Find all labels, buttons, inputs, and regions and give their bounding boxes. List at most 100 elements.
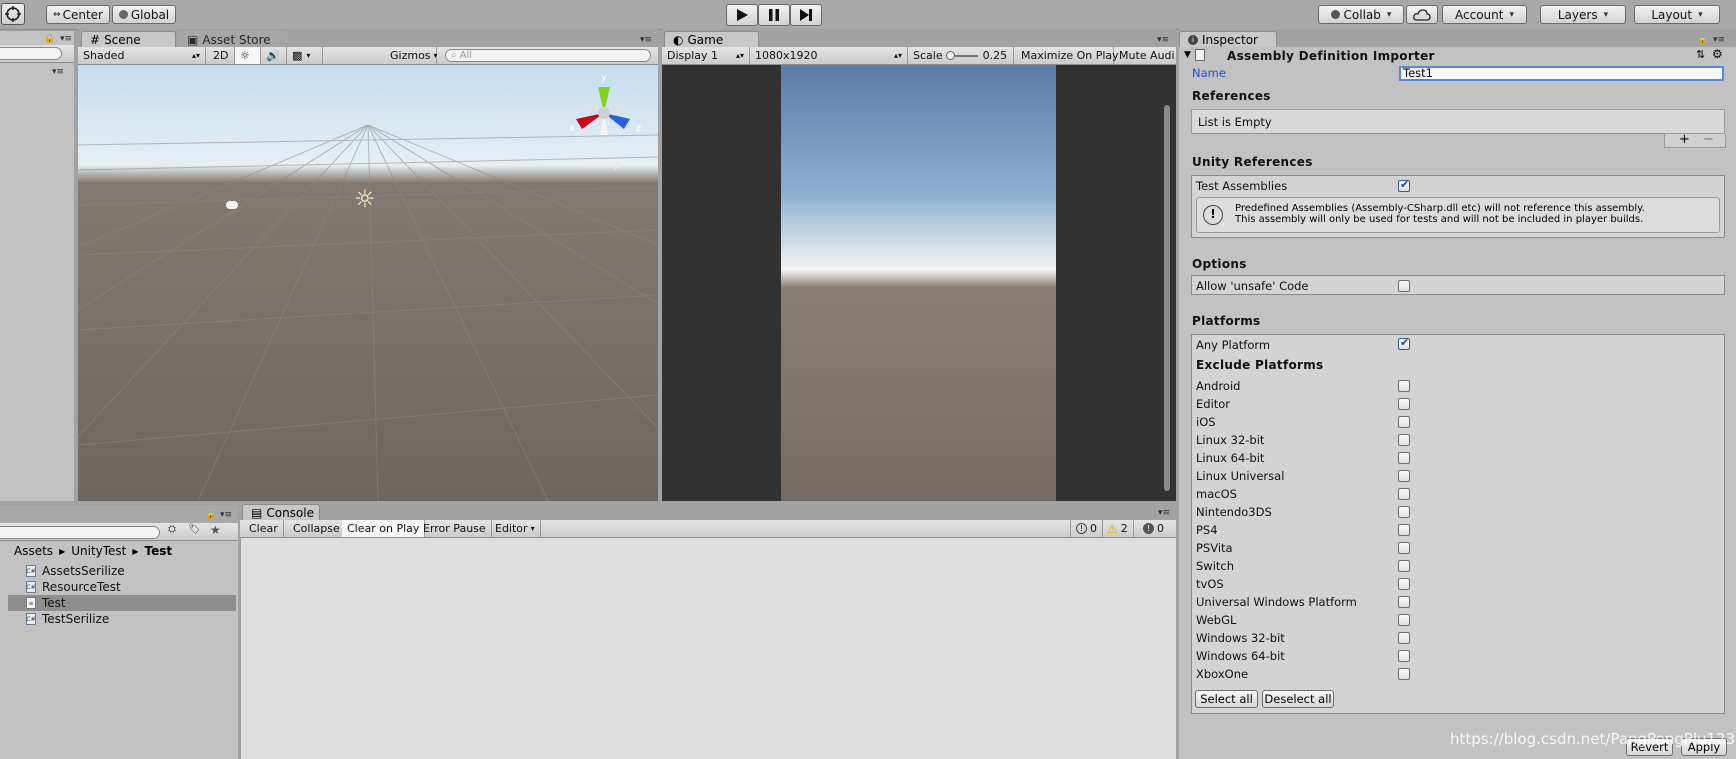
game-scrollbar[interactable]	[1164, 105, 1170, 491]
list-item[interactable]: ≡ Test	[8, 595, 236, 611]
tab-asset-store-label: Asset Store	[202, 33, 271, 47]
select-all-button[interactable]: Select all	[1195, 690, 1258, 708]
step-button[interactable]	[790, 4, 822, 26]
test-assemblies-checkbox[interactable]	[1398, 178, 1410, 192]
cloud-button[interactable]	[1406, 5, 1438, 24]
lock-icon[interactable]: 🔒	[44, 34, 55, 44]
any-platform-checkbox[interactable]	[1398, 336, 1410, 350]
presets-icon[interactable]: ⇅	[1696, 48, 1705, 61]
platform-checkbox[interactable]	[1398, 380, 1410, 392]
breadcrumb-test[interactable]: Test	[145, 544, 173, 558]
settings-gear-icon[interactable]: ⚙	[1712, 47, 1723, 61]
platform-checkbox[interactable]	[1398, 632, 1410, 644]
panel-menu-icon[interactable]: ▾≡	[60, 34, 72, 44]
layers-dropdown[interactable]: Layers	[1540, 5, 1626, 24]
platform-checkbox[interactable]	[1398, 524, 1410, 536]
list-item[interactable]: C# AssetsSerilize	[8, 563, 236, 579]
orientation-gizmo-icon[interactable]	[564, 73, 644, 153]
warning-count-toggle[interactable]: ⚠ 2	[1102, 520, 1134, 537]
foldout-arrow-icon[interactable]: ▼	[1184, 50, 1191, 60]
references-list[interactable]: List is Empty	[1191, 109, 1725, 134]
breadcrumb-unitytest[interactable]: UnityTest	[71, 544, 126, 558]
platform-checkbox[interactable]	[1398, 452, 1410, 464]
scene-audio-toggle[interactable]: 🔊	[261, 47, 287, 64]
inspector-panel-menu-icon[interactable]: ▾≡	[1713, 35, 1725, 45]
hierarchy-search-input[interactable]	[0, 47, 62, 60]
account-dropdown[interactable]: Account	[1442, 5, 1527, 24]
platform-checkbox[interactable]	[1398, 416, 1410, 428]
pause-button[interactable]	[758, 4, 790, 26]
display-dropdown[interactable]: Display 1 ▴▾	[662, 47, 750, 64]
collab-button[interactable]: Collab	[1318, 5, 1404, 24]
allow-unsafe-checkbox[interactable]	[1398, 280, 1410, 292]
scene-search-input[interactable]: ⌕ All	[445, 49, 651, 62]
scene-panel-menu-icon[interactable]: ▾≡	[640, 35, 652, 45]
console-clear-button[interactable]: Clear	[244, 520, 284, 537]
platform-checkbox[interactable]	[1398, 650, 1410, 662]
platform-checkbox[interactable]	[1398, 434, 1410, 446]
maximize-on-play-toggle[interactable]: Maximize On Play	[1016, 47, 1119, 64]
name-field[interactable]: Test1	[1399, 66, 1724, 81]
remove-reference-button[interactable]: −	[1703, 132, 1714, 147]
console-error-pause-toggle[interactable]: Error Pause	[418, 520, 492, 537]
platform-checkbox[interactable]	[1398, 578, 1410, 590]
console-clear-on-play-toggle[interactable]: Clear on Play	[342, 520, 426, 537]
error-count-toggle[interactable]: ! 0	[1138, 520, 1169, 537]
platform-checkbox[interactable]	[1398, 506, 1410, 518]
pivot-global-button[interactable]: Global	[112, 5, 176, 24]
breadcrumb-assets[interactable]: Assets	[14, 544, 53, 558]
list-item[interactable]: C# ResourceTest	[8, 579, 236, 595]
tab-console[interactable]: ▤ Console	[242, 504, 320, 521]
camera-gizmo-icon[interactable]	[226, 201, 238, 209]
filter-type-icon[interactable]: ⛭	[168, 524, 176, 535]
scale-slider[interactable]: Scale 0.25	[908, 47, 1014, 64]
gizmos-dropdown[interactable]: Gizmos ▾	[385, 47, 438, 64]
filter-label-icon[interactable]: 🏷	[188, 524, 201, 535]
game-viewport[interactable]	[662, 65, 1176, 501]
platform-checkbox[interactable]	[1398, 668, 1410, 680]
resolution-dropdown[interactable]: 1080x1920 ▴▾	[750, 47, 908, 64]
console-log-area[interactable]	[240, 538, 1176, 759]
platform-checkbox[interactable]	[1398, 488, 1410, 500]
tab-game[interactable]: ◐ Game	[664, 31, 759, 48]
tab-scene[interactable]: # Scene	[81, 31, 176, 48]
console-collapse-toggle[interactable]: Collapse	[288, 520, 346, 537]
unity-logo-icon[interactable]	[1, 3, 25, 25]
project-panel-menu-icon[interactable]: ▾≡	[220, 510, 232, 520]
mute-audio-toggle[interactable]: Mute Audi	[1114, 47, 1176, 64]
platform-row: Universal Windows Platform	[1192, 593, 1724, 611]
console-editor-dropdown[interactable]: Editor ▾	[490, 520, 541, 537]
favorite-star-icon[interactable]: ★	[210, 523, 221, 537]
pivot-center-button[interactable]: ⇔ Center	[46, 5, 110, 24]
log-count-toggle[interactable]: ! 0	[1070, 520, 1103, 537]
list-item[interactable]: C# TestSerilize	[8, 611, 236, 627]
light-gizmo-icon[interactable]: ☼	[354, 185, 376, 213]
tab-inspector[interactable]: i Inspector	[1179, 31, 1277, 48]
project-lock-icon[interactable]: 🔒	[205, 510, 216, 520]
add-reference-button[interactable]: +	[1679, 132, 1690, 147]
shading-mode-dropdown[interactable]: Shaded ▴▾	[78, 47, 206, 64]
error-count: 0	[1157, 522, 1164, 535]
2d-toggle[interactable]: 2D	[208, 47, 235, 64]
scene-lighting-toggle[interactable]: ☼	[235, 47, 261, 64]
platform-checkbox[interactable]	[1398, 398, 1410, 410]
tab-asset-store[interactable]: ▣ Asset Store	[178, 31, 288, 48]
platform-checkbox[interactable]	[1398, 542, 1410, 554]
scale-slider-track[interactable]	[945, 50, 978, 60]
project-search-input[interactable]	[0, 526, 160, 539]
perspective-toggle[interactable]: <Persp	[581, 158, 620, 171]
scene-viewport[interactable]: ☼ y x z <Persp	[78, 65, 658, 501]
deselect-all-button[interactable]: Deselect all	[1262, 690, 1334, 708]
scale-slider-thumb[interactable]	[945, 50, 955, 60]
platform-checkbox[interactable]	[1398, 470, 1410, 482]
platform-checkbox[interactable]	[1398, 596, 1410, 608]
layout-dropdown[interactable]: Layout	[1634, 5, 1720, 24]
hierarchy-dropdown-icon[interactable]: ▾≡	[52, 67, 64, 77]
platform-checkbox[interactable]	[1398, 560, 1410, 572]
inspector-lock-icon[interactable]: 🔒	[1697, 35, 1708, 45]
play-button[interactable]	[726, 4, 758, 26]
console-panel-menu-icon[interactable]: ▾≡	[1158, 508, 1170, 518]
scene-effects-dropdown[interactable]: ▩ ▾	[287, 47, 323, 64]
platform-checkbox[interactable]	[1398, 614, 1410, 626]
game-panel-menu-icon[interactable]: ▾≡	[1157, 35, 1169, 45]
